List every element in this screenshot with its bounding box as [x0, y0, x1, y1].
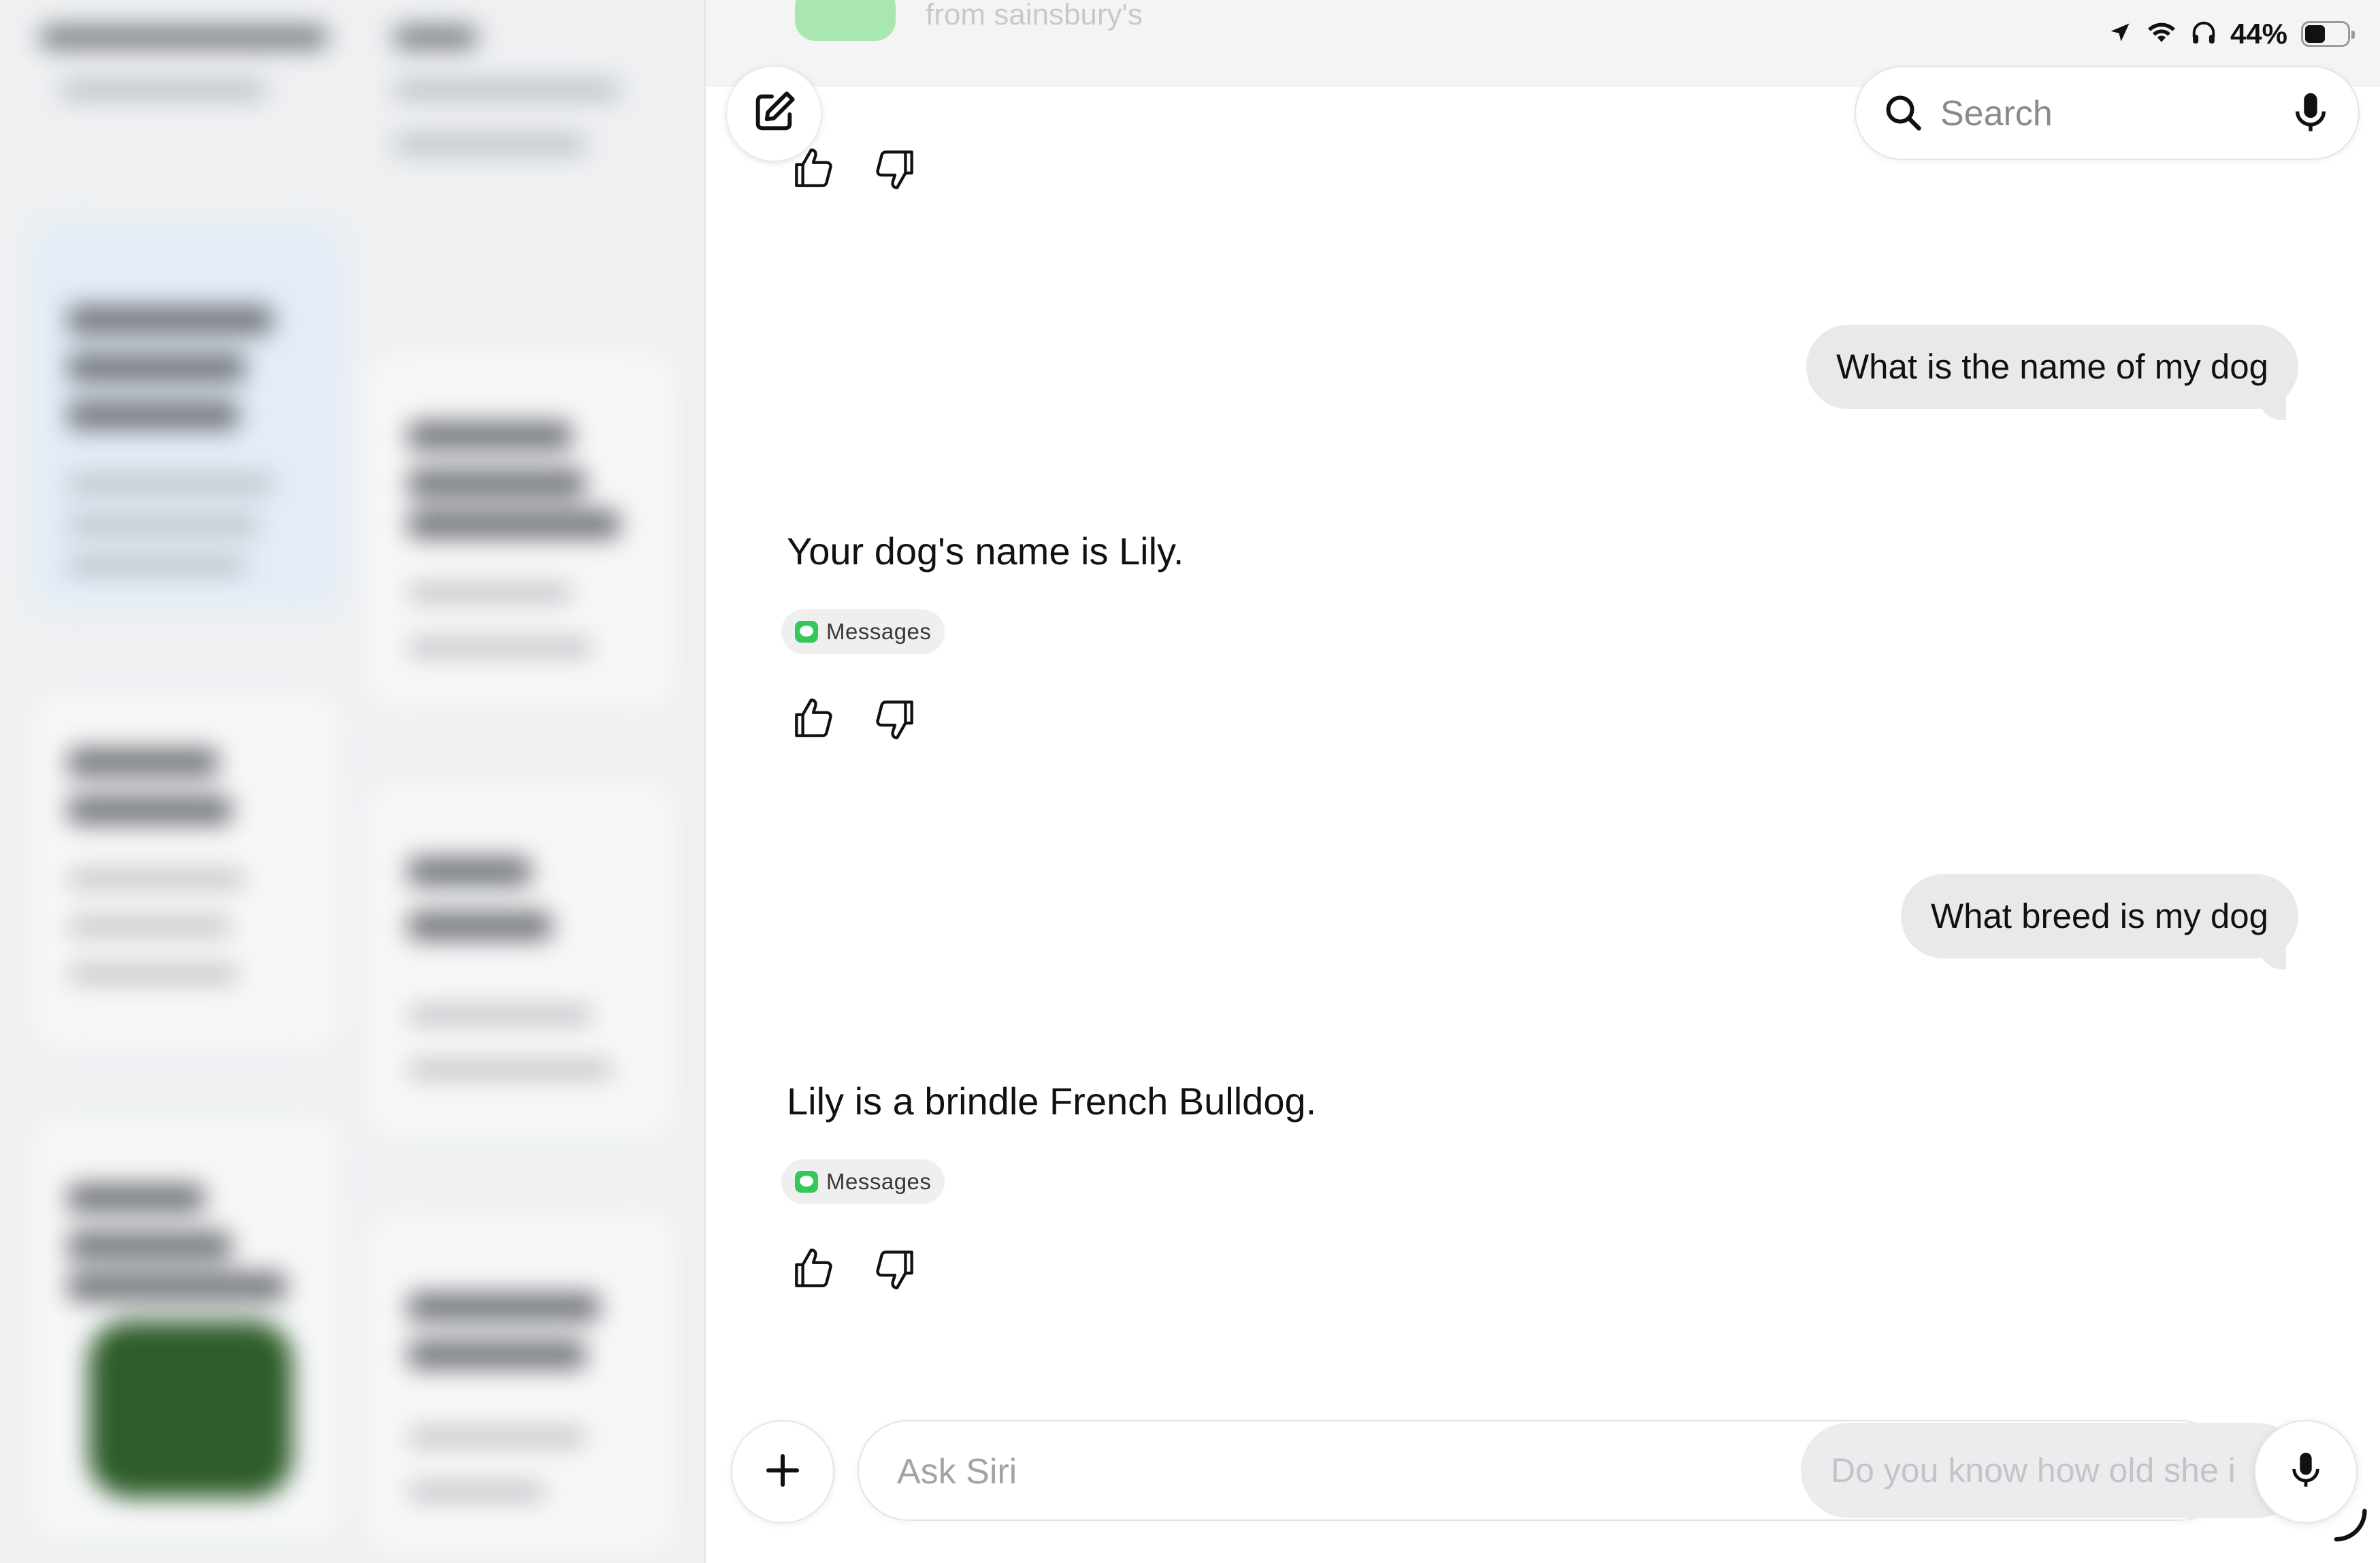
headphones-icon	[2191, 20, 2217, 49]
blurred-notes-sidebar	[0, 0, 706, 1563]
ask-siri-placeholder: Ask Siri	[897, 1452, 1017, 1492]
thumbs-down-icon[interactable]	[870, 693, 920, 745]
feedback-row	[788, 143, 920, 195]
feedback-row	[788, 1243, 920, 1295]
battery-percent: 44%	[2230, 18, 2287, 50]
status-bar: 44%	[2108, 16, 2355, 52]
typing-suggestion[interactable]: Do you know how old she i	[1801, 1423, 2304, 1518]
user-message-bubble: What is the name of my dog	[1806, 325, 2298, 420]
compose-icon	[750, 88, 798, 140]
battery-icon	[2301, 21, 2355, 47]
source-label: Messages	[826, 1169, 932, 1194]
activity-indicator	[2328, 1504, 2371, 1551]
suggestion-text: Do you know how old she i	[1831, 1451, 2236, 1489]
feedback-row	[788, 693, 920, 745]
messages-app-icon	[795, 0, 896, 41]
thumbs-up-icon[interactable]	[788, 1243, 838, 1295]
wifi-icon	[2146, 20, 2177, 48]
search-field[interactable]: Search	[1855, 66, 2360, 160]
messages-app-icon	[795, 1171, 818, 1193]
search-placeholder: Search	[1940, 94, 2053, 133]
siri-chat-panel	[706, 0, 2380, 1563]
microphone-icon	[2288, 1449, 2324, 1496]
search-icon	[1883, 93, 1924, 137]
source-chip-messages[interactable]: Messages	[781, 1159, 945, 1204]
thumbs-up-icon[interactable]	[788, 693, 838, 745]
thumbs-down-icon[interactable]	[870, 1243, 920, 1295]
notification-text: from sainsbury's	[926, 0, 1143, 31]
source-label: Messages	[826, 619, 932, 644]
source-chip-messages[interactable]: Messages	[781, 609, 945, 654]
assistant-answer: Your dog's name is Lily.	[787, 530, 1184, 573]
messages-app-icon	[795, 621, 818, 643]
add-attachment-button[interactable]	[731, 1420, 834, 1524]
user-message-bubble: What breed is my dog	[1900, 874, 2298, 969]
assistant-answer: Lily is a brindle French Bulldog.	[787, 1080, 1317, 1123]
thumbs-down-icon[interactable]	[870, 143, 920, 195]
thumbs-up-icon[interactable]	[788, 143, 838, 195]
microphone-icon[interactable]	[2290, 90, 2331, 140]
battery-level	[2305, 25, 2326, 43]
plus-icon	[764, 1451, 802, 1493]
location-arrow-icon	[2108, 20, 2132, 48]
